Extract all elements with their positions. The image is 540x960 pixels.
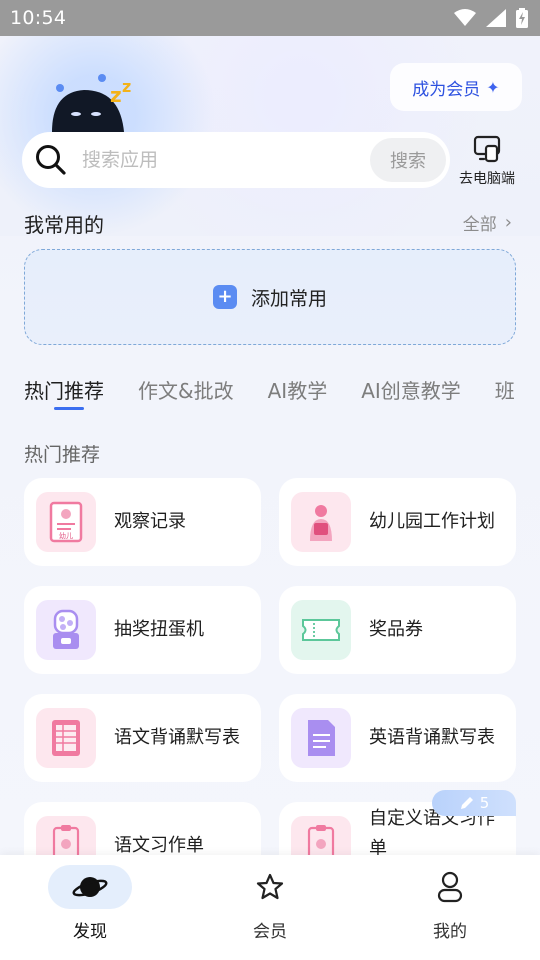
wifi-icon (454, 9, 476, 26)
status-icons (454, 8, 528, 28)
person-icon (437, 871, 463, 903)
add-favorite-button[interactable]: + 添加常用 (24, 249, 516, 345)
plus-icon: + (212, 285, 237, 309)
favorites-all-label: 全部 (462, 215, 497, 235)
nav-discover[interactable]: 发现 (30, 855, 150, 955)
add-favorite-label: 添加常用 (250, 287, 327, 310)
app-card[interactable]: 抽奖扭蛋机 (24, 586, 261, 674)
nav-vip[interactable]: 会员 (210, 855, 330, 955)
app-card[interactable]: 英语背诵默写表 (279, 694, 516, 782)
nav-label: 会员 (253, 922, 287, 942)
observation-record-icon: 幼儿 (36, 492, 96, 552)
search-icon (36, 145, 66, 175)
search-button[interactable]: 搜索 (370, 138, 446, 182)
sparkle-icon: ✦ (486, 77, 500, 97)
go-to-pc-button[interactable]: 去电脑端 (452, 134, 522, 190)
status-bar: 10:54 (0, 0, 540, 36)
app-card[interactable]: 语文习作单 (24, 802, 261, 862)
tab-ai-teaching[interactable]: AI教学 (268, 375, 328, 415)
mascot-icon: z z (52, 74, 131, 132)
app-name: 抽奖扭蛋机 (114, 619, 204, 640)
status-time: 10:54 (10, 7, 67, 29)
tab-composition[interactable]: 作文&批改 (138, 375, 234, 415)
search-bar: 搜索 (22, 132, 450, 188)
app-card[interactable]: 幼儿 观察记录 (24, 478, 261, 566)
app-name: 语文背诵默写表 (114, 727, 240, 748)
desktop-device-icon (473, 135, 501, 163)
icon-text: 幼儿 (59, 531, 73, 540)
nav-icon-wrap (228, 865, 312, 909)
svg-text:z: z (110, 83, 122, 107)
app-name: 观察记录 (114, 511, 186, 532)
nav-mine[interactable]: 我的 (390, 855, 510, 955)
section-title: 热门推荐 (24, 444, 101, 466)
active-tab-indicator (54, 407, 84, 410)
app-name: 英语背诵默写表 (369, 727, 495, 748)
app-card[interactable]: 奖品券 (279, 586, 516, 674)
nav-icon-highlight (48, 865, 132, 909)
app-card[interactable]: 幼儿园工作计划 (279, 478, 516, 566)
svg-text:z: z (122, 77, 131, 96)
nav-label: 发现 (73, 922, 107, 942)
favorites-all-link[interactable]: 全部 › (463, 210, 512, 235)
nav-label: 我的 (433, 922, 467, 942)
chevron-right-icon: › (504, 212, 512, 233)
app-name: 幼儿园工作计划 (369, 511, 495, 532)
edit-badge[interactable]: 5 (432, 790, 516, 816)
work-plan-icon (291, 492, 351, 552)
app-card[interactable]: 语文背诵默写表 (24, 694, 261, 782)
signal-icon (486, 9, 506, 27)
app-name: 奖品券 (369, 619, 423, 640)
tab-ai-creative[interactable]: AI创意教学 (361, 375, 461, 415)
tab-class[interactable]: 班 (495, 375, 515, 415)
star-icon (256, 873, 284, 900)
pencil-icon (460, 797, 473, 809)
planet-icon (72, 877, 108, 897)
edit-count: 5 (479, 794, 490, 812)
nav-icon-wrap (408, 865, 492, 909)
english-recite-sheet-icon (291, 708, 351, 768)
vip-label: 成为会员 (412, 79, 481, 100)
category-tabs: 热门推荐 作文&批改 AI教学 AI创意教学 班 (24, 375, 540, 415)
favorites-title: 我常用的 (24, 213, 104, 237)
pc-label: 去电脑端 (459, 171, 515, 187)
search-input[interactable] (82, 149, 342, 171)
battery-charging-icon (516, 8, 528, 28)
bottom-nav: 发现 会员 我的 (0, 855, 540, 960)
chinese-recite-sheet-icon (36, 708, 96, 768)
gacha-machine-icon (36, 600, 96, 660)
coupon-icon (291, 600, 351, 660)
become-vip-button[interactable]: 成为会员 ✦ (390, 63, 522, 111)
